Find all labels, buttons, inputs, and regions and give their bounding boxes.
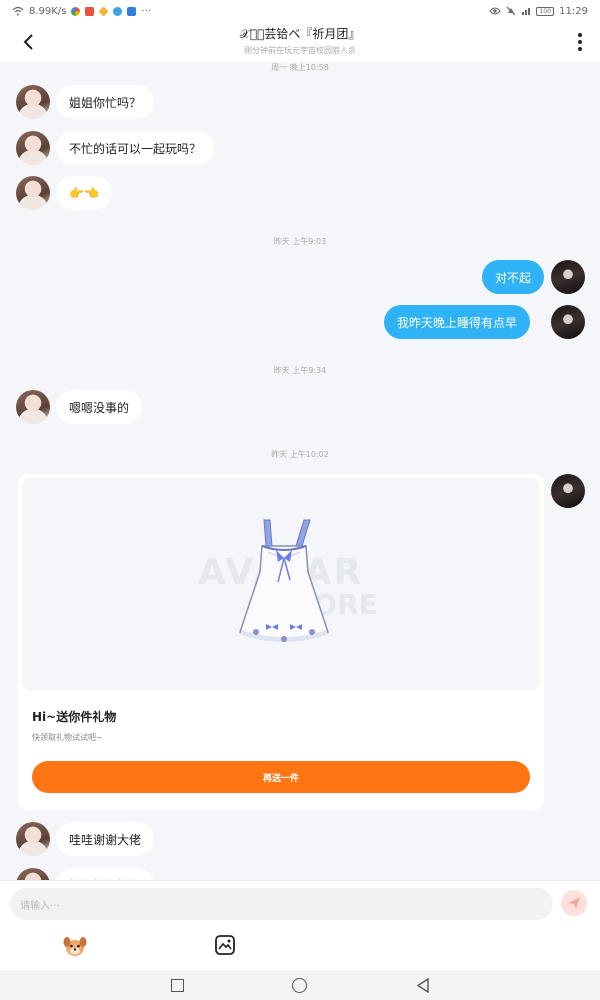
- status-bar: 8.99K/s ··· 100 11:29: [0, 0, 600, 22]
- input-bar: 请输入···: [0, 880, 600, 970]
- chat-title: 𝒳𝓇゙芸铪ベ『祈月团』: [239, 27, 361, 41]
- system-navigation-bar: [0, 970, 600, 1000]
- wifi-icon: [12, 6, 24, 16]
- dot-icon: [578, 33, 582, 37]
- send-another-gift-button[interactable]: 再送一件: [32, 761, 530, 793]
- incoming-message[interactable]: 不忙的话可以一起玩吗？: [56, 131, 215, 165]
- timestamp: 昨天 上午10:02: [271, 450, 329, 459]
- back-arrow-icon: [23, 34, 33, 50]
- title-area: 𝒳𝓇゙芸铪ベ『祈月团』 刚分钟前在玩元宇宙校园狼人杀: [150, 25, 450, 56]
- gift-image[interactable]: AVATAR STORE: [22, 478, 540, 690]
- more-options-button[interactable]: [572, 28, 588, 56]
- network-speed: 8.99K/s: [29, 5, 67, 17]
- send-button[interactable]: [561, 890, 587, 916]
- my-avatar[interactable]: [551, 305, 585, 339]
- my-avatar[interactable]: [551, 474, 585, 508]
- dog-emoji-icon: [63, 937, 87, 956]
- incoming-message[interactable]: 抱抱抱抱抱抱: [56, 868, 155, 880]
- message-input[interactable]: 请输入···: [10, 888, 553, 920]
- timestamp: 昨天 上午9:03: [273, 237, 327, 246]
- emoji-button[interactable]: [62, 933, 88, 959]
- app-icon: [98, 5, 109, 17]
- incoming-message[interactable]: 嗯嗯没事的: [56, 390, 143, 424]
- more-notifications-icon: ···: [141, 5, 151, 17]
- gift-title: Hi~送你件礼物: [32, 710, 117, 724]
- app-icon: [113, 6, 123, 16]
- status-right: 100 11:29: [489, 6, 588, 17]
- app-icon: [85, 6, 95, 16]
- home-button[interactable]: [292, 978, 307, 993]
- gift-card[interactable]: AVATAR STORE Hi~送你件礼物 快领取礼物试试吧~ 再送一件: [18, 474, 544, 810]
- incoming-message[interactable]: 姐姐你忙吗？: [56, 85, 155, 119]
- battery-icon: 100: [536, 6, 555, 16]
- app-icon: [71, 6, 81, 16]
- contact-avatar[interactable]: [16, 822, 50, 856]
- outgoing-message[interactable]: 我昨天晚上睡得有点早: [384, 305, 531, 339]
- dot-icon: [578, 47, 582, 51]
- incoming-message[interactable]: 👉👈: [56, 176, 112, 210]
- contact-avatar[interactable]: [16, 868, 50, 880]
- message-list[interactable]: 周一 晚上10:58 姐姐你忙吗？ 不忙的话可以一起玩吗？ 👉👈 昨天 上午9:…: [0, 62, 600, 880]
- eye-icon: [489, 7, 501, 15]
- contact-avatar[interactable]: [16, 390, 50, 424]
- mute-icon: [506, 6, 516, 16]
- status-left: 8.99K/s ···: [12, 6, 151, 17]
- back-button[interactable]: [14, 28, 42, 56]
- image-button[interactable]: [214, 934, 236, 956]
- app-icon: [127, 6, 137, 16]
- dot-icon: [578, 40, 582, 44]
- contact-avatar[interactable]: [16, 176, 50, 210]
- system-back-button[interactable]: [416, 978, 430, 993]
- contact-avatar[interactable]: [16, 131, 50, 165]
- my-avatar[interactable]: [551, 260, 585, 294]
- gift-subtitle: 快领取礼物试试吧~: [32, 733, 103, 742]
- send-icon: [568, 897, 580, 909]
- incoming-message[interactable]: 哇哇谢谢大佬: [56, 822, 155, 856]
- clock: 11:29: [559, 5, 588, 17]
- outgoing-message[interactable]: 对不起: [482, 260, 545, 294]
- recent-apps-button[interactable]: [171, 979, 184, 992]
- timestamp: 昨天 上午9:34: [273, 366, 327, 375]
- contact-avatar[interactable]: [16, 85, 50, 119]
- image-icon: [215, 935, 235, 955]
- no-signal-icon: [522, 8, 531, 15]
- chat-subtitle: 刚分钟前在玩元宇宙校园狼人杀: [244, 46, 356, 55]
- chat-header: 𝒳𝓇゙芸铪ベ『祈月团』 刚分钟前在玩元宇宙校园狼人杀: [0, 22, 600, 62]
- timestamp: 周一 晚上10:58: [271, 63, 329, 72]
- dress-icon: [239, 519, 329, 642]
